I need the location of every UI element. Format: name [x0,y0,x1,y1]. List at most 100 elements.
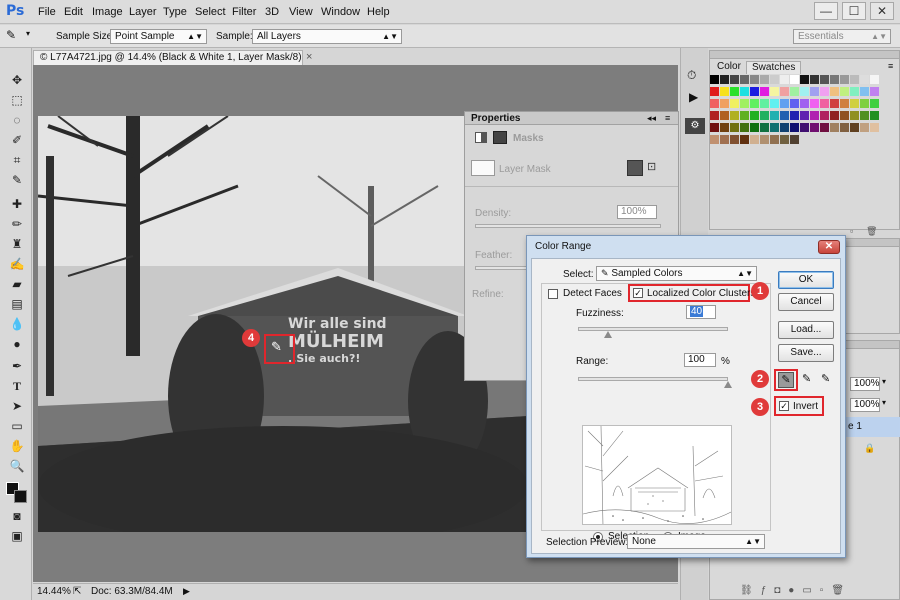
color-swatch[interactable] [750,87,759,96]
healing-brush-icon[interactable]: ✚ [8,196,26,212]
color-swatch[interactable] [710,99,719,108]
blur-tool-icon[interactable]: 💧 [8,316,26,332]
color-swatch[interactable] [830,75,839,84]
close-tab-icon[interactable]: × [306,51,312,63]
color-swatch[interactable] [720,99,729,108]
tab-color[interactable]: Color [712,61,746,74]
tab-swatches[interactable]: Swatches [746,61,802,74]
eyedropper-icon[interactable]: ✎ [8,172,26,188]
subtract-from-sample-eyedropper-icon[interactable]: ✎ [821,372,830,385]
swatch-grid[interactable] [710,75,882,155]
move-tool-icon[interactable]: ✥ [8,72,26,88]
color-swatch[interactable] [790,135,799,144]
quick-selection-tool-icon[interactable]: ✐ [8,132,26,148]
crop-tool-icon[interactable]: ⌗ [8,152,26,168]
eyedropper-tool-icon[interactable]: ✎ [6,28,22,44]
color-swatch[interactable] [870,111,879,120]
color-swatch[interactable] [820,123,829,132]
color-swatch[interactable] [780,111,789,120]
color-swatch[interactable] [860,99,869,108]
color-swatch[interactable] [790,99,799,108]
color-swatch[interactable] [760,75,769,84]
color-swatch[interactable] [740,99,749,108]
brush-tool-icon[interactable]: ✏ [8,216,26,232]
color-swatch[interactable] [750,123,759,132]
lasso-tool-icon[interactable]: ◌ [8,112,26,128]
color-swatch[interactable] [730,99,739,108]
color-swatch[interactable] [730,123,739,132]
color-swatch[interactable] [770,111,779,120]
color-swatch[interactable] [860,111,869,120]
add-vector-mask-icon[interactable]: ⊡ [647,160,656,173]
feather-slider[interactable] [475,266,530,270]
rectangle-tool-icon[interactable]: ▭ [8,418,26,434]
color-swatch[interactable] [840,123,849,132]
zoom-level[interactable]: 14.44% [37,584,71,599]
color-swatch[interactable] [800,75,809,84]
new-swatch-icon[interactable]: ▫ [850,226,853,236]
save-button[interactable]: Save... [778,344,834,362]
menu-type[interactable]: Type [163,6,187,18]
menu-window[interactable]: Window [321,6,360,18]
eraser-tool-icon[interactable]: ▰ [8,276,26,292]
color-swatch[interactable] [820,99,829,108]
color-swatch[interactable] [720,75,729,84]
selection-preview-select[interactable]: None ▲▼ [627,534,765,549]
chevron-down-icon[interactable]: ▾ [882,377,886,386]
document-tab[interactable]: © L77A4721.jpg @ 14.4% (Black & White 1,… [33,50,303,77]
menu-select[interactable]: Select [195,6,226,18]
color-swatch[interactable] [740,123,749,132]
maximize-button[interactable]: ☐ [842,2,866,20]
color-swatch[interactable] [800,111,809,120]
collapse-panel-icon[interactable]: ◂◂ [647,113,656,124]
screen-mode-icon[interactable]: ▣ [8,528,26,544]
density-slider[interactable] [475,224,661,228]
select-mask-icon[interactable] [627,160,643,176]
color-swatch[interactable] [870,75,879,84]
color-swatch[interactable] [730,87,739,96]
sample-size-select[interactable]: Point Sample ▲▼ [110,29,207,44]
color-swatch[interactable] [820,87,829,96]
actions-play-icon[interactable]: ▶ [689,90,698,104]
panel-menu-icon[interactable]: ≡ [888,61,893,71]
color-swatch[interactable] [840,111,849,120]
color-swatch[interactable] [850,99,859,108]
type-tool-icon[interactable]: T [8,378,26,394]
menu-layer[interactable]: Layer [129,6,157,18]
ok-button[interactable]: OK [778,271,834,289]
sample-select[interactable]: All Layers ▲▼ [252,29,402,44]
color-swatch[interactable] [740,135,749,144]
color-swatch[interactable] [780,87,789,96]
color-swatch[interactable] [820,111,829,120]
color-swatch[interactable] [760,111,769,120]
color-swatch[interactable] [710,111,719,120]
color-swatch[interactable] [810,99,819,108]
trash-icon[interactable]: 🗑 [866,226,877,237]
color-swatch[interactable] [790,87,799,96]
zoom-tool-icon[interactable]: 🔍 [8,458,26,474]
color-swatch[interactable] [770,87,779,96]
color-swatch[interactable] [710,123,719,132]
chevron-down-icon[interactable]: ▾ [882,398,886,407]
sample-eyedropper-icon[interactable]: ✎ [778,372,794,388]
load-button[interactable]: Load... [778,321,834,339]
color-swatch[interactable] [810,123,819,132]
color-swatch[interactable] [720,111,729,120]
color-swatch[interactable] [810,75,819,84]
color-swatch[interactable] [850,111,859,120]
color-swatch[interactable] [800,99,809,108]
status-menu-arrow-icon[interactable]: ▶ [183,584,190,599]
layers-footer-icons[interactable]: ⛓ƒ◘●▭▫🗑 [740,585,852,596]
density-input[interactable]: 100% [617,205,657,219]
color-swatch[interactable] [740,87,749,96]
color-swatch[interactable] [760,123,769,132]
color-swatch[interactable] [750,135,759,144]
range-input[interactable]: 100 [684,353,716,367]
color-swatch[interactable] [790,111,799,120]
color-swatch[interactable] [780,135,789,144]
gradient-tool-icon[interactable]: ▤ [8,296,26,312]
color-swatch[interactable] [850,87,859,96]
cancel-button[interactable]: Cancel [778,293,834,311]
history-panel-icon[interactable]: ⏱ [687,68,696,83]
color-swatch[interactable] [750,111,759,120]
